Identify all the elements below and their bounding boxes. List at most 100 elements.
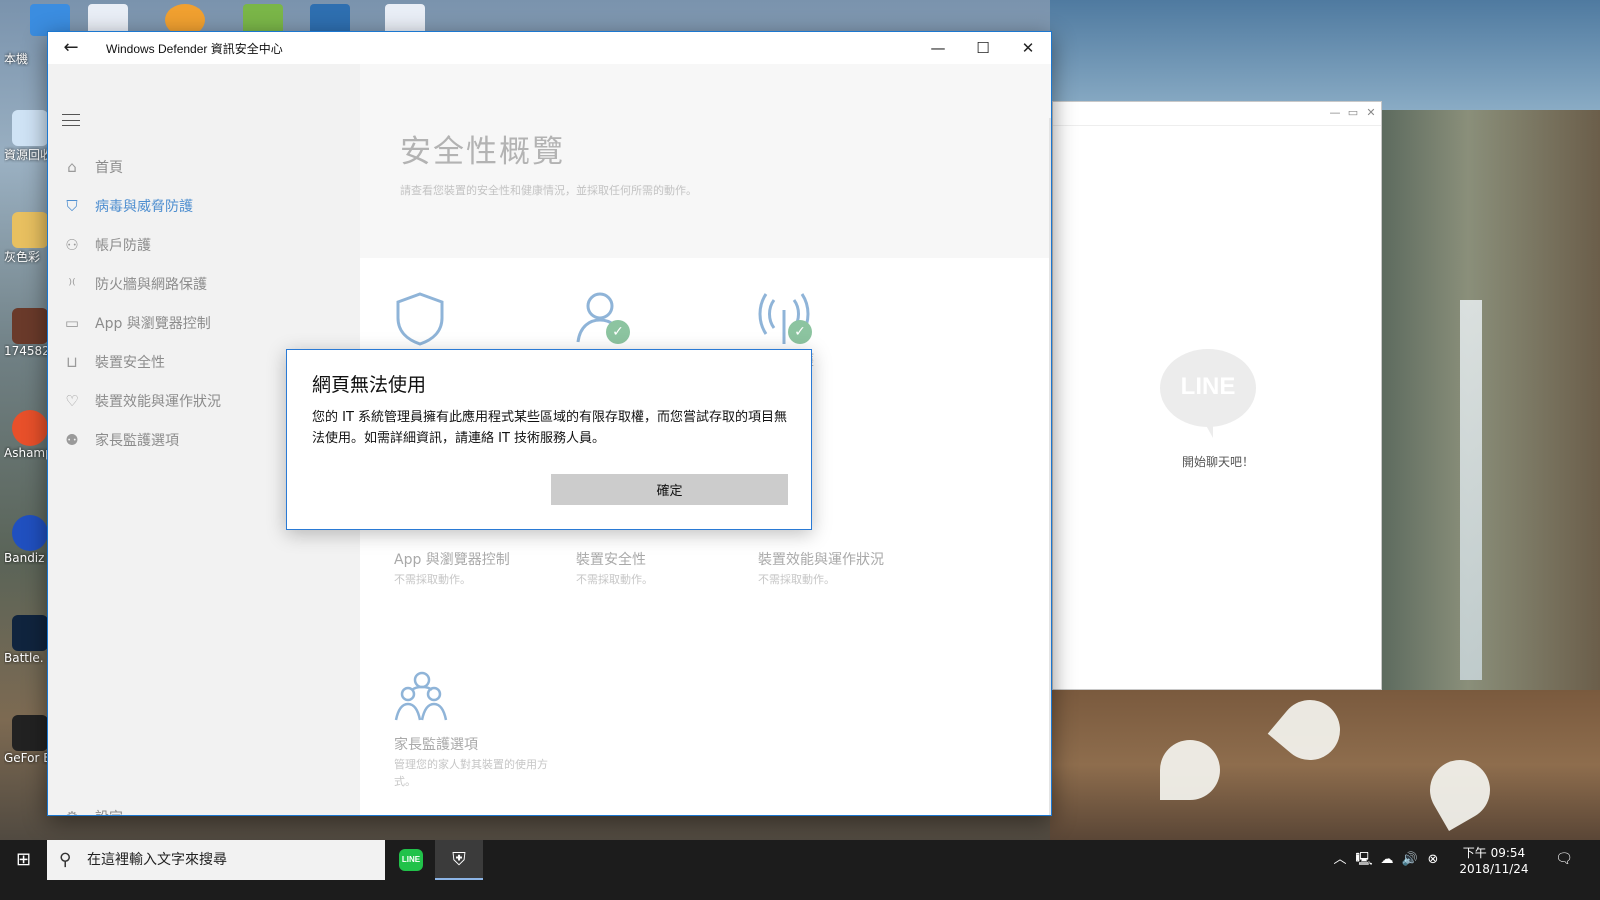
checkmark-icon: ✓ <box>606 320 630 344</box>
card-status: 不需採取動作。 <box>394 573 471 586</box>
desktop-icon-label: Bandiz <box>4 551 45 565</box>
card-title: 裝置效能與運作狀況 <box>758 552 884 568</box>
minimize-button[interactable]: — <box>915 32 961 64</box>
line-logo-tail <box>1203 420 1213 438</box>
desktop-icon-geforce[interactable]: GeFor Experie <box>4 715 48 765</box>
person-icon: ⚇ <box>65 236 79 254</box>
folder-icon <box>12 212 48 248</box>
scrollbar[interactable] <box>1049 118 1051 815</box>
desktop-icon-recycle-bin[interactable]: 資源回收 <box>4 110 48 163</box>
recycle-bin-icon <box>12 110 48 146</box>
desktop-icon-label: 本機 <box>4 52 29 66</box>
sidebar-item-settings[interactable]: ⚙ 設定 <box>48 799 360 815</box>
desktop-icon-this-pc[interactable]: 本機 <box>4 50 48 67</box>
desktop-icon-battlenet[interactable]: Battle. <box>4 615 48 665</box>
notification-icon[interactable]: 🗨 <box>1554 851 1574 869</box>
heart-icon: ♡ <box>65 392 79 410</box>
status-icon[interactable]: ⊗ <box>1423 851 1443 869</box>
gear-icon: ⚙ <box>62 807 82 815</box>
windows-start-icon[interactable]: ⊞ <box>0 840 47 880</box>
sidebar-item-account-protection[interactable]: ⚇ 帳戶防護 <box>48 227 360 263</box>
bandizip-icon <box>12 515 48 551</box>
defender-shield-icon: ⛨ <box>452 849 466 870</box>
clock-time[interactable]: 下午 09:54 <box>1454 844 1534 861</box>
desktop-icon-label: 資源回收 <box>4 148 48 162</box>
card-virus-protection[interactable] <box>394 290 564 354</box>
desktop-icon-label: 灰色彩 <box>4 250 41 264</box>
card-title: App 與瀏覽器控制 <box>394 552 510 568</box>
page-subtitle: 請查看您裝置的安全性和健康情況，並採取任何所需的動作。 <box>400 184 697 197</box>
line-caption: 開始聊天吧！ <box>1181 455 1254 469</box>
card-status: 管理您的家人對其裝置的使用方式。 <box>394 758 548 788</box>
dialog-title: 網頁無法使用 <box>312 374 427 396</box>
shield-icon: ⛉ <box>66 197 78 215</box>
minimize-icon[interactable]: — <box>1327 105 1343 121</box>
geforce-icon <box>12 715 48 751</box>
sidebar-item-label: 裝置效能與運作狀況 <box>95 394 221 410</box>
search-input[interactable] <box>87 848 377 872</box>
line-logo-text: LINE <box>1180 373 1236 400</box>
wallpaper-cliff <box>1380 110 1600 730</box>
sidebar-item-label: 防火牆與網路保護 <box>95 277 207 293</box>
page-unavailable-dialog: 網頁無法使用 您的 IT 系統管理員擁有此應用程式某些區域的有限存取權，而您嘗試… <box>286 349 812 530</box>
shield-icon <box>396 292 444 346</box>
desktop-icon-ashampoo[interactable]: Ashamp Burning <box>4 410 48 460</box>
chevron-up-icon[interactable]: ︿ <box>1330 851 1350 869</box>
line-app-icon: LINE <box>399 849 423 871</box>
title-bar: ← Windows Defender 資訊安全中心 — ☐ ✕ <box>48 32 1051 64</box>
line-title-bar: — ▭ ✕ <box>1053 102 1381 126</box>
taskbar-search[interactable]: ⚲ <box>47 840 385 880</box>
ashampoo-icon <box>12 410 48 446</box>
line-logo: LINE <box>1160 349 1256 427</box>
search-icon: ⚲ <box>59 850 72 870</box>
cards-area: ✓ ✓ 網路保護 動作。 <box>360 258 1051 815</box>
window-title: Windows Defender 資訊安全中心 <box>106 42 283 56</box>
desktop-icon-label: Ashamp Burning <box>4 446 48 460</box>
sidebar-item-label: 帳戶防護 <box>95 238 151 254</box>
laptop-icon: ⊔ <box>66 353 78 371</box>
sidebar-item-label: 病毒與威脅防護 <box>95 199 193 215</box>
desktop-icon-image[interactable]: 174582 <box>4 308 48 358</box>
clock-date[interactable]: 2018/11/24 <box>1454 862 1534 876</box>
ok-button[interactable]: 確定 <box>551 474 788 505</box>
sidebar-item-firewall[interactable]: ⁾⁽ 防火牆與網路保護 <box>48 266 360 302</box>
close-icon[interactable]: ✕ <box>1363 105 1379 121</box>
browser-window-icon: ▭ <box>64 314 80 332</box>
sidebar-item-home[interactable]: ⌂ 首頁 <box>48 149 360 185</box>
taskbar: ⊞ ⚲ LINE ⛨ ︿ 🖳 ☁ 🔊 ⊗ 下午 09:54 2018/11/24… <box>0 840 1600 900</box>
maximize-button[interactable]: ☐ <box>960 32 1006 64</box>
antenna-icon: ⁾⁽ <box>68 275 76 293</box>
sidebar-item-virus-protection[interactable]: ⛉ 病毒與威脅防護 <box>48 188 360 224</box>
image-file-icon <box>12 308 48 344</box>
wallpaper-flower <box>1160 740 1220 800</box>
taskbar-app-line[interactable]: LINE <box>387 840 435 880</box>
page-title: 安全性概覽 <box>400 134 565 170</box>
sidebar-item-label: 家長監護選項 <box>95 433 179 449</box>
hamburger-menu-icon[interactable] <box>62 114 80 126</box>
card-account-protection[interactable]: ✓ <box>576 290 746 350</box>
card-status: 不需採取動作。 <box>576 573 653 586</box>
checkmark-icon: ✓ <box>788 320 812 344</box>
desktop-icon-label: GeFor Experie <box>4 751 48 765</box>
volume-icon[interactable]: 🔊 <box>1400 851 1420 869</box>
wallpaper-waterfall <box>1460 300 1482 680</box>
network-icon[interactable]: 🖳 <box>1354 851 1374 869</box>
taskbar-app-defender[interactable]: ⛨ <box>435 840 483 880</box>
dialog-message: 您的 IT 系統管理員擁有此應用程式某些區域的有限存取權，而您嘗試存取的項目無法… <box>312 410 788 446</box>
back-arrow-icon[interactable]: ← <box>58 36 84 60</box>
desktop-icon-label: 174582 <box>4 344 48 358</box>
card-family-options[interactable]: 家長監護選項 管理您的家人對其裝置的使用方式。 <box>394 670 554 790</box>
maximize-icon[interactable]: ▭ <box>1345 105 1361 121</box>
desktop-icon-folder[interactable]: 灰色彩 <box>4 212 48 265</box>
card-title: 裝置安全性 <box>576 552 646 568</box>
close-button[interactable]: ✕ <box>1005 32 1051 64</box>
battlenet-icon <box>12 615 48 651</box>
onedrive-icon[interactable]: ☁ <box>1377 851 1397 869</box>
sidebar-item-app-browser[interactable]: ▭ App 與瀏覽器控制 <box>48 305 360 341</box>
card-title: 家長監護選項 <box>394 737 478 753</box>
card-status: 不需採取動作。 <box>758 573 835 586</box>
person-check-icon: ✓ <box>576 290 632 346</box>
line-window: — ▭ ✕ LINE 開始聊天吧！ <box>1052 101 1382 690</box>
sidebar-item-label: 裝置安全性 <box>95 355 165 371</box>
desktop-icon-bandizip[interactable]: Bandiz <box>4 515 48 565</box>
